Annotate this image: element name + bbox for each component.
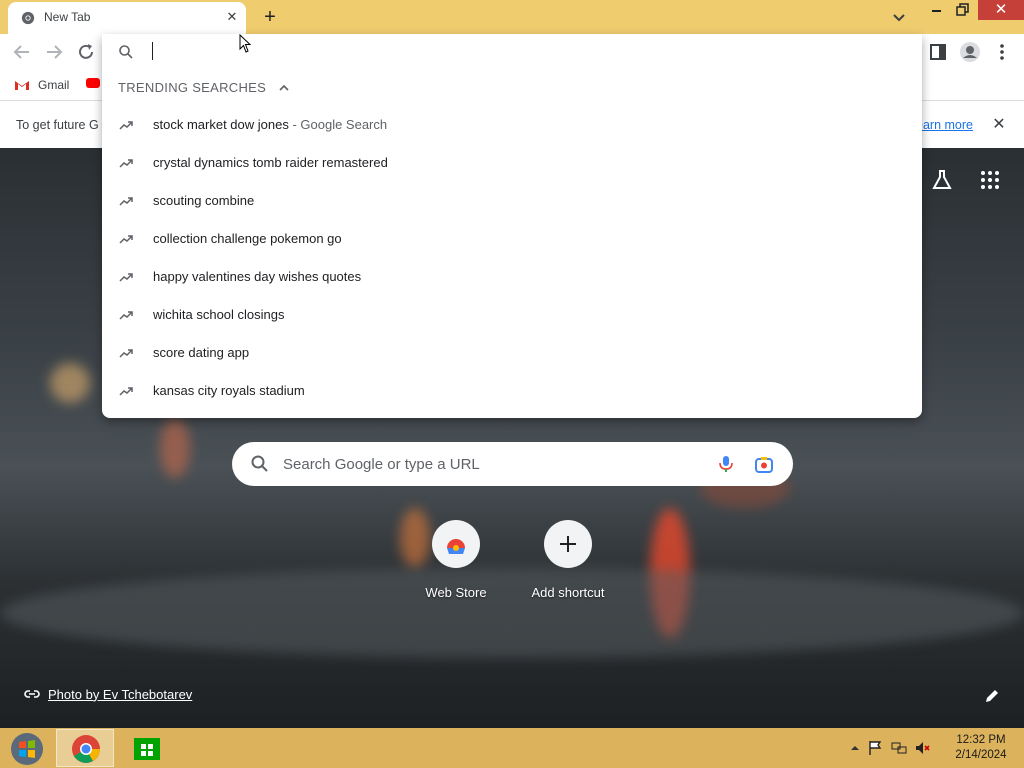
plus-icon — [544, 520, 592, 568]
clock-time: 12:32 PM — [956, 734, 1006, 746]
trending-up-icon — [119, 273, 133, 282]
infobar-close-icon[interactable]: ✕ — [989, 115, 1009, 135]
ntp-search-box[interactable]: Search Google or type a URL — [232, 442, 793, 486]
shortcut-web-store-label: Web Store — [425, 585, 487, 600]
menu-dots-icon[interactable] — [990, 40, 1014, 64]
trending-suggestion[interactable]: collection challenge pokemon go — [102, 220, 922, 258]
trending-suggestion[interactable]: crystal dynamics tomb raider remastered — [102, 144, 922, 182]
suggestion-text: score dating app — [153, 345, 250, 360]
close-window-button[interactable]: ✕ — [978, 0, 1024, 20]
tab-strip: New Tab ✕ + ✕ — [0, 0, 1024, 34]
chevron-up-icon — [279, 84, 289, 91]
volume-muted-icon[interactable] — [914, 739, 932, 757]
photo-credit-link[interactable]: Photo by Ev Tchebotarev — [24, 686, 192, 702]
new-tab-button[interactable]: + — [258, 5, 282, 29]
learn-more-link[interactable]: earn more — [916, 118, 973, 132]
chrome-icon — [21, 11, 35, 25]
profile-avatar-icon[interactable] — [958, 40, 982, 64]
infobar-text: To get future G — [16, 118, 99, 132]
chevron-down-icon[interactable] — [888, 6, 910, 28]
trending-up-icon — [119, 121, 133, 130]
side-panel-icon[interactable] — [926, 40, 950, 64]
bookmark-gmail[interactable]: Gmail — [14, 76, 69, 94]
ntp-search-placeholder: Search Google or type a URL — [283, 456, 480, 473]
link-icon — [24, 690, 40, 698]
trending-suggestion[interactable]: stock market dow jones - Google Search — [102, 106, 922, 144]
suggestion-text: wichita school closings — [153, 307, 285, 322]
trending-searches-header[interactable]: TRENDING SEARCHES — [118, 80, 290, 95]
suggestion-text: scouting combine — [153, 193, 255, 208]
trending-up-icon — [119, 387, 133, 396]
trending-suggestion[interactable]: happy valentines day wishes quotes — [102, 258, 922, 296]
minimize-icon[interactable] — [926, 0, 946, 22]
trending-list: stock market dow jones - Google Search c… — [102, 106, 922, 410]
labs-flask-icon[interactable] — [930, 168, 954, 192]
back-arrow-icon[interactable] — [10, 40, 34, 64]
google-apps-icon[interactable] — [978, 168, 1002, 192]
google-lens-icon[interactable] — [753, 454, 775, 476]
trending-suggestion[interactable]: scouting combine — [102, 182, 922, 220]
search-icon — [251, 455, 268, 472]
taskbar: 12:32 PM 2/14/2024 — [0, 728, 1024, 768]
tab-new-tab[interactable]: New Tab ✕ — [8, 2, 246, 34]
network-icon[interactable] — [890, 739, 908, 757]
clock[interactable]: 12:32 PM 2/14/2024 — [948, 733, 1014, 763]
restore-icon[interactable] — [952, 0, 972, 22]
taskbar-chrome[interactable] — [56, 729, 114, 767]
trending-suggestion[interactable]: wichita school closings — [102, 296, 922, 334]
tray-chevron-up-icon[interactable] — [850, 743, 860, 753]
suggestion-text: collection challenge pokemon go — [153, 231, 342, 246]
customize-pencil-icon[interactable] — [982, 686, 1002, 706]
trending-up-icon — [119, 235, 133, 244]
microphone-icon[interactable] — [716, 454, 736, 474]
trending-up-icon — [119, 311, 133, 320]
trending-up-icon — [119, 349, 133, 358]
windows-store-icon[interactable] — [132, 734, 162, 762]
windows-start-icon[interactable] — [6, 731, 48, 767]
reload-icon[interactable] — [74, 40, 98, 64]
trending-suggestion[interactable]: score dating app — [102, 334, 922, 372]
youtube-icon[interactable] — [86, 78, 100, 88]
system-tray — [850, 738, 932, 758]
chrome-icon — [72, 735, 100, 763]
tab-title: New Tab — [44, 10, 91, 24]
tab-close-icon[interactable]: ✕ — [224, 9, 240, 25]
suggestion-text: crystal dynamics tomb raider remastered — [153, 155, 388, 170]
shortcut-add-label: Add shortcut — [531, 585, 605, 600]
suggestion-text: happy valentines day wishes quotes — [153, 269, 362, 284]
bookmark-gmail-label: Gmail — [38, 78, 70, 92]
action-center-flag-icon[interactable] — [866, 739, 884, 757]
mouse-cursor-icon — [239, 34, 251, 53]
omnibox-input[interactable] — [152, 42, 153, 60]
suggestion-text: stock market dow jones — [153, 117, 289, 132]
shortcut-web-store[interactable]: Web Store — [406, 520, 506, 610]
photo-credit-text: Photo by Ev Tchebotarev — [48, 686, 193, 702]
search-icon — [119, 45, 133, 59]
omnibox-dropdown: TRENDING SEARCHES stock market dow jones… — [102, 34, 922, 418]
suggestion-text: kansas city royals stadium — [153, 383, 305, 398]
trending-up-icon — [119, 197, 133, 206]
clock-date: 2/14/2024 — [955, 749, 1007, 761]
gmail-icon — [15, 81, 29, 90]
forward-arrow-icon[interactable] — [42, 40, 66, 64]
trending-up-icon — [119, 159, 133, 168]
webstore-icon — [432, 520, 480, 568]
trending-suggestion[interactable]: kansas city royals stadium — [102, 372, 922, 410]
suggestion-suffix: - Google Search — [288, 117, 388, 132]
trending-searches-label: TRENDING SEARCHES — [118, 80, 267, 95]
shortcut-add[interactable]: Add shortcut — [518, 520, 618, 610]
